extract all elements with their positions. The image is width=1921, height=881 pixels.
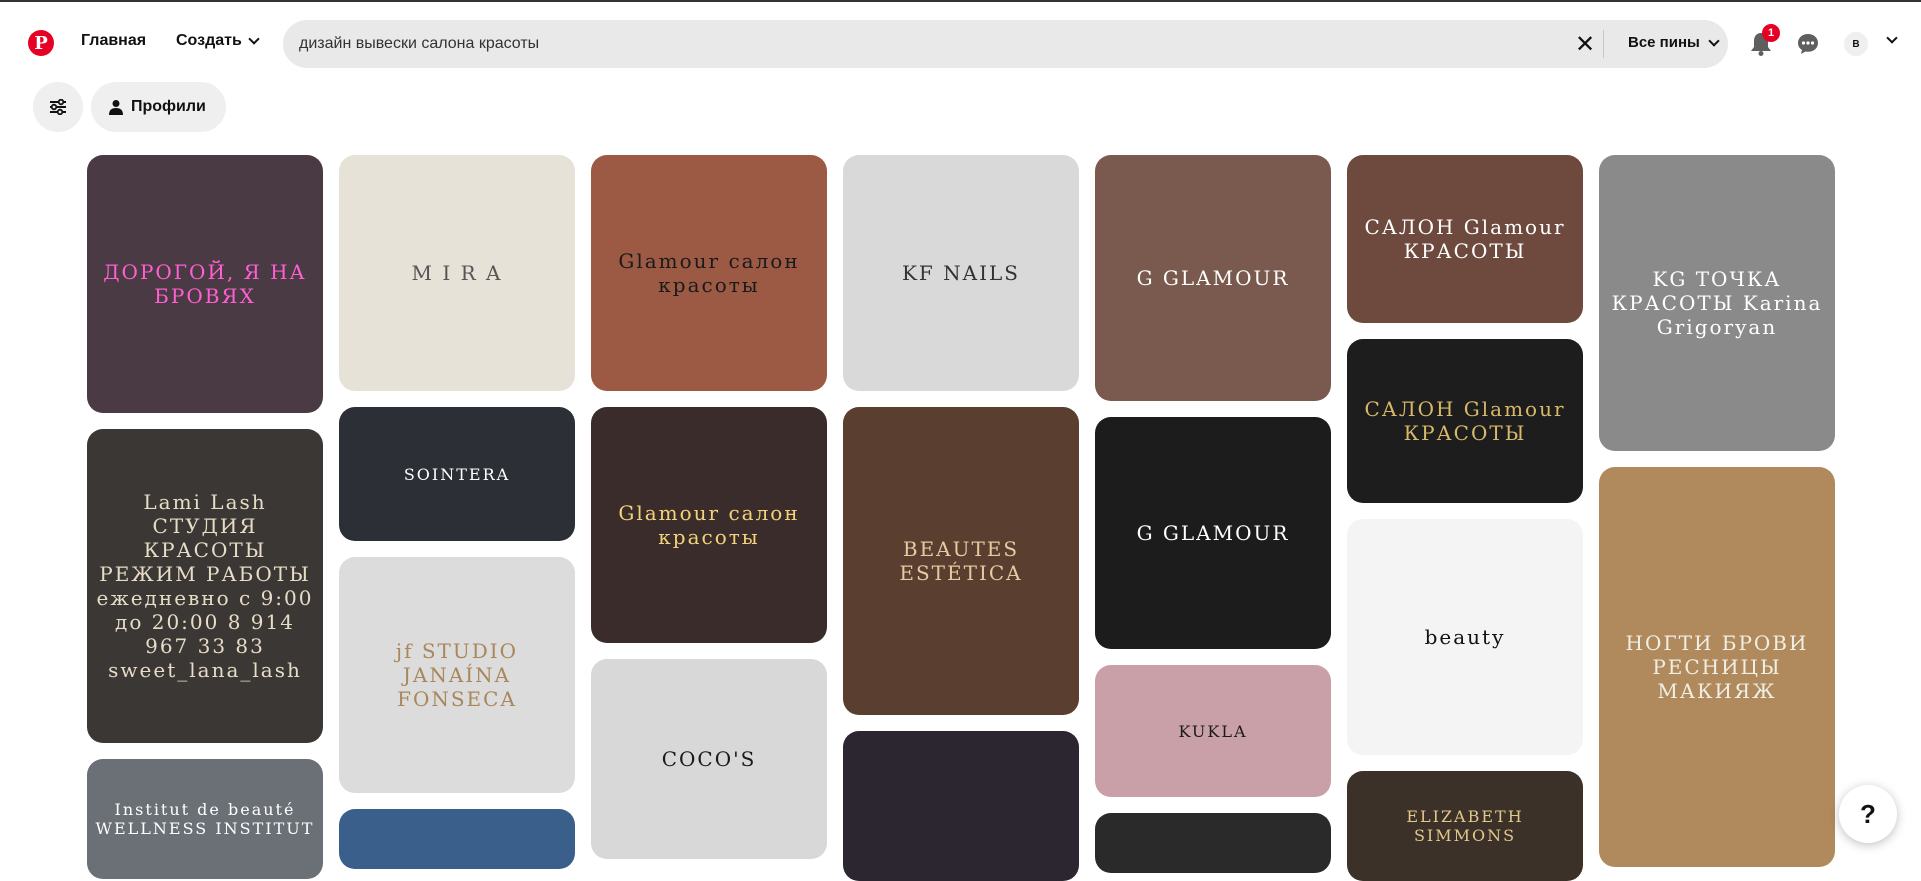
profiles-filter-button[interactable]: Профили [91,82,226,132]
pin-card[interactable] [843,731,1079,881]
pin-card[interactable]: KG ТОЧКА КРАСОТЫ Karina Grigoryan [1599,155,1835,451]
notification-count-badge: 1 [1762,24,1780,42]
pinterest-logo-icon[interactable]: P [28,30,54,56]
avatar[interactable]: B [1844,32,1868,56]
search-divider [1603,30,1604,58]
pin-card[interactable]: НОГТИ БРОВИ РЕСНИЦЫ МАКИЯЖ [1599,467,1835,867]
pin-image-text: KF NAILS [901,261,1020,285]
pin-image-text: COCO'S [661,747,757,771]
pin-card[interactable]: Institut de beauté WELLNESS INSTITUT [87,759,323,879]
pin-card[interactable]: SOINTERA [339,407,575,541]
pin-image-text: ELIZABETH SIMMONS [1406,807,1524,845]
search-bar: ✕ Все пины [283,20,1728,68]
pin-card[interactable]: KF NAILS [843,155,1079,391]
profiles-filter-label: Профили [131,98,206,115]
pin-image-text: KG ТОЧКА КРАСОТЫ Karina Grigoryan [1611,267,1823,339]
pin-card[interactable] [339,809,575,869]
pin-image-text: BEAUTES ESTÉTICA [899,537,1023,585]
pin-grid: ДОРОГОЙ, Я НА БРОВЯХ Lami Lash СТУДИЯ КРА… [0,0,1921,881]
pin-card[interactable] [1095,813,1331,873]
pin-card[interactable]: Lami Lash СТУДИЯ КРАСОТЫ РЕЖИМ РАБОТЫ еж… [87,429,323,743]
help-button[interactable]: ? [1839,785,1897,843]
clear-search-icon[interactable]: ✕ [1573,31,1597,58]
pin-card[interactable]: G GLAMOUR [1095,155,1331,401]
chat-bubble-icon [1798,34,1818,54]
pin-image-text: KUKLA [1178,721,1248,741]
search-input[interactable] [299,32,1499,56]
pin-image-text: G GLAMOUR [1136,521,1290,545]
nav-create-button[interactable]: Создать [176,32,260,50]
nav-home-link[interactable]: Главная [81,32,146,50]
pin-card[interactable]: KUKLA [1095,665,1331,797]
pin-image-text: Glamour салон красоты [618,249,800,297]
pin-image-text: ДОРОГОЙ, Я НА БРОВЯХ [103,260,307,308]
pin-card[interactable]: САЛОН Glamour КРАСОТЫ [1347,155,1583,323]
pin-image-text: Institut de beauté WELLNESS INSTITUT [95,800,315,838]
search-scope-label: Все пины [1628,34,1700,51]
pin-card[interactable]: M I R A [339,155,575,391]
pin-card[interactable]: BEAUTES ESTÉTICA [843,407,1079,715]
pin-image-text: jf STUDIO JANAÍNA FONSECA [395,639,519,711]
chevron-down-icon [248,33,260,45]
pin-image-text: SOINTERA [403,464,511,484]
pin-card[interactable]: beauty [1347,519,1583,755]
pin-image-text: САЛОН Glamour КРАСОТЫ [1364,397,1566,445]
pin-card[interactable]: ДОРОГОЙ, Я НА БРОВЯХ [87,155,323,413]
pin-card[interactable]: jf STUDIO JANAÍNA FONSECA [339,557,575,793]
pin-image-text: НОГТИ БРОВИ РЕСНИЦЫ МАКИЯЖ [1625,631,1809,703]
top-bar: P Главная Создать ✕ Все пины 1 B [0,0,1921,82]
pin-card[interactable]: ELIZABETH SIMMONS [1347,771,1583,881]
filter-sliders-icon [50,99,66,115]
pin-image-text: beauty [1424,625,1506,649]
chevron-down-icon [1708,34,1720,47]
pin-card[interactable]: Glamour салон красоты [591,155,827,391]
nav-create-label: Создать [176,32,242,49]
pin-image-text: G GLAMOUR [1136,266,1290,290]
pin-image-text: Lami Lash СТУДИЯ КРАСОТЫ РЕЖИМ РАБОТЫ еж… [96,490,314,682]
pin-card[interactable]: G GLAMOUR [1095,417,1331,649]
search-scope-dropdown[interactable]: Все пины [1628,34,1720,51]
messages-button[interactable] [1790,26,1826,62]
account-menu-chevron-icon[interactable] [1886,32,1898,44]
pin-card[interactable]: САЛОН Glamour КРАСОТЫ [1347,339,1583,503]
pin-card[interactable]: Glamour салон красоты [591,407,827,643]
pin-image-text: Glamour салон красоты [618,501,800,549]
person-icon [109,100,123,115]
pin-image-text: САЛОН Glamour КРАСОТЫ [1364,215,1566,263]
pin-image-text: M I R A [411,261,503,285]
pin-card[interactable]: COCO'S [591,659,827,859]
filters-button[interactable] [33,82,83,132]
